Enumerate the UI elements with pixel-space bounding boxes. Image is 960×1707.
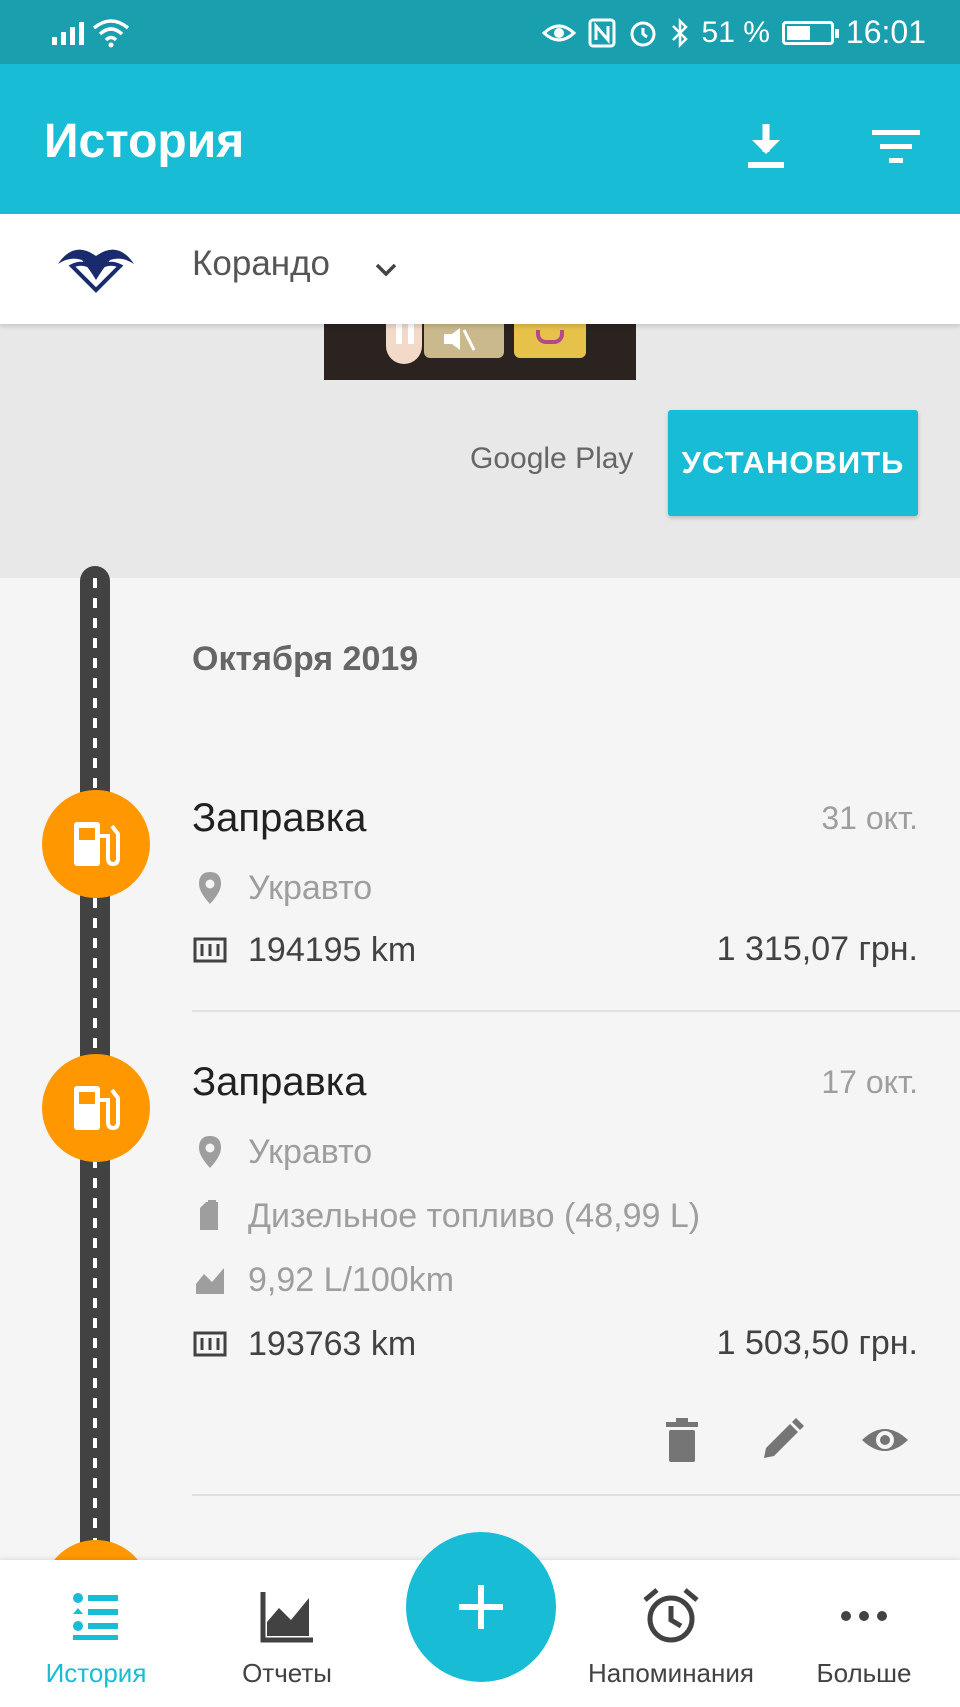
entry-odometer: 194195 km [248, 930, 417, 969]
filter-icon[interactable] [866, 116, 926, 176]
ad-store-label: Google Play [470, 442, 634, 475]
entry-divider [192, 1010, 960, 1012]
entry-fuel: Дизельное топливо (48,99 L) [248, 1196, 701, 1235]
history-list-icon [73, 1593, 118, 1640]
entry-title[interactable]: Заправка [192, 1060, 366, 1105]
entry-cost: 1 503,50 грн. [716, 1324, 918, 1362]
status-bar: 51 % 16:01 [0, 0, 960, 64]
add-entry-button[interactable] [406, 1532, 556, 1682]
entry-station-row: Укравто [192, 1130, 372, 1174]
mute-icon [444, 328, 476, 351]
pause-icon [396, 324, 402, 344]
alarm-status-icon [630, 21, 656, 46]
page-title: История [44, 115, 245, 168]
entry-date: 17 окт. [821, 1064, 918, 1100]
entry-odometer: 193763 km [248, 1324, 417, 1363]
pause-icon-bar [408, 324, 414, 344]
location-pin-icon [199, 1136, 221, 1168]
fuel-canister-icon [200, 1200, 218, 1230]
nav-reports-label: Отчеты [242, 1658, 332, 1688]
nav-history[interactable]: История [28, 1560, 164, 1707]
consumption-chart-icon [196, 1268, 224, 1294]
entry-consumption: 9,92 L/100km [248, 1260, 455, 1299]
vehicle-selector[interactable]: Корандо [0, 214, 960, 324]
fuel-pump-icon [42, 1054, 150, 1162]
location-pin-icon [199, 872, 221, 904]
more-dots-icon [841, 1611, 887, 1621]
entry-station: Укравто [248, 1132, 373, 1171]
ad-banner: Google Play УСТАНОВИТЬ [0, 324, 960, 578]
reports-chart-icon [260, 1592, 313, 1643]
battery-percent: 51 % [701, 15, 770, 49]
entry-station-row: Укравто [192, 866, 372, 910]
delete-icon[interactable] [658, 1416, 706, 1464]
download-icon[interactable] [736, 116, 796, 176]
chevron-down-icon [375, 263, 397, 277]
alarm-clock-icon [643, 1588, 699, 1643]
edit-icon[interactable] [758, 1416, 806, 1464]
nav-more-label: Больше [816, 1658, 912, 1688]
battery-level-fill [786, 25, 811, 40]
bluetooth-icon [671, 17, 688, 48]
eye-comfort-icon [541, 24, 576, 41]
app-bar: История [0, 64, 960, 214]
entry-odometer-row: 193763 km [192, 1322, 416, 1366]
entry-cost: 1 315,07 грн. [716, 930, 918, 968]
nav-more[interactable]: Больше [806, 1560, 922, 1707]
signal-icon [52, 22, 84, 45]
odometer-icon [193, 937, 227, 963]
install-button[interactable]: УСТАНОВИТЬ [668, 410, 918, 516]
nfc-icon [588, 18, 616, 47]
odometer-icon [193, 1331, 227, 1357]
wifi-icon [92, 19, 130, 48]
entry-fuel-row: Дизельное топливо (48,99 L) [192, 1194, 700, 1238]
battery-icon [781, 20, 839, 45]
ad-video-thumbnail[interactable] [324, 324, 636, 380]
car-brand-logo [58, 249, 134, 293]
nav-reminders-label: Напоминания [588, 1658, 754, 1688]
nav-reminders[interactable]: Напоминания [578, 1560, 764, 1707]
entry-station: Укравто [248, 868, 373, 907]
ad-hand-image [386, 324, 422, 364]
plus-icon [459, 1585, 503, 1629]
clock: 16:01 [845, 14, 926, 50]
month-header: Октября 2019 [192, 640, 419, 678]
entry-consumption-row: 9,92 L/100km [192, 1258, 454, 1302]
entry-date: 31 окт. [821, 800, 918, 836]
entry-divider [192, 1494, 960, 1496]
ad-game-tile-mark [536, 330, 564, 344]
vehicle-name: Корандо [192, 244, 331, 283]
fuel-pump-icon [42, 790, 150, 898]
view-icon[interactable] [860, 1416, 910, 1464]
nav-history-label: История [45, 1658, 147, 1688]
entry-title[interactable]: Заправка [192, 796, 366, 841]
nav-reports[interactable]: Отчеты [222, 1560, 352, 1707]
entry-odometer-row: 194195 km [192, 928, 416, 972]
